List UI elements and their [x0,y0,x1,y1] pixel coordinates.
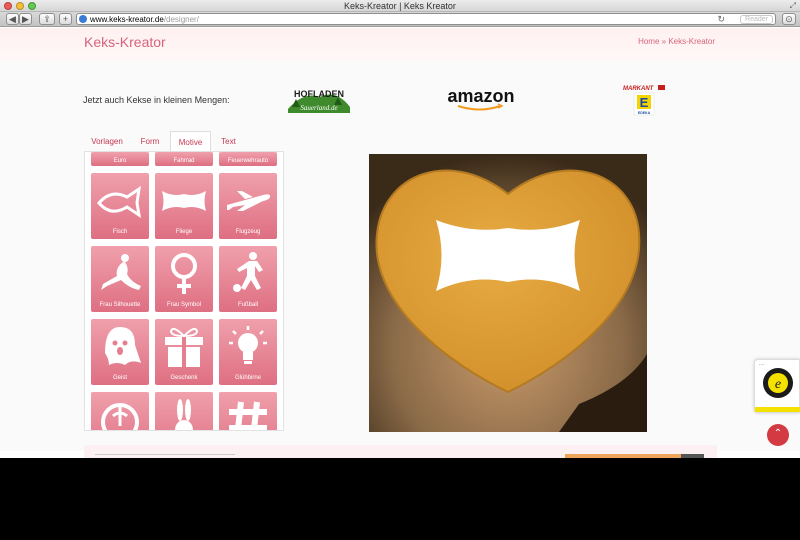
share-button[interactable]: ⇪ [39,13,55,25]
reload-icon[interactable]: ↻ [717,14,725,25]
markant-text: MARKANT [623,86,655,92]
rabbit-icon [175,399,193,430]
edeka-text: EDEKA [638,111,651,115]
secondary-button[interactable] [681,454,704,458]
trusted-shops-badge[interactable]: .... e [754,359,800,413]
url-path: /designer/ [163,15,199,24]
reader-button[interactable]: Reader [740,15,773,24]
edeka-e-text: E [640,95,649,110]
ghost-icon [105,327,141,365]
web-page: Keks-Kreator Home » Keks-Kreator Jetzt a… [0,28,800,458]
hashtag-icon [229,401,267,430]
motif-tile-rabbit[interactable] [155,392,213,430]
amazon-logo[interactable]: amazon [444,86,518,112]
address-bar[interactable]: www.keks-kreator.de/designer/ ↻ Reader [76,13,776,25]
cookie-preview[interactable] [369,154,647,432]
motif-label: Geschenk [170,375,198,381]
motif-label: Fahrrad [173,158,195,164]
gift-icon [165,327,203,367]
forward-button[interactable]: ▶ [19,13,32,25]
tab-text[interactable]: Text [211,131,246,152]
motif-label: Glühbirne [234,375,261,381]
motif-tile-frau-symbol[interactable]: Frau Symbol [155,246,213,312]
motif-tile-gluehbirne[interactable]: Glühbirne [219,319,277,385]
site-header: Keks-Kreator Home » Keks-Kreator [0,28,800,61]
motif-label: Flugzeug [235,229,261,235]
bowtie-icon [162,191,206,211]
female-symbol-icon [171,253,197,294]
motif-tile-geschenk[interactable]: Geschenk [155,319,213,385]
url-host: www.keks-kreator.de [90,15,164,24]
motif-tile-frau-silhouette[interactable]: Frau Silhouette [91,246,149,312]
trusted-shops-seal-icon: e [763,368,793,398]
motif-tile-fussball[interactable]: Fußball [219,246,277,312]
hofladen-logo[interactable]: HOFLADEN Sauerland.de [284,83,354,115]
breadcrumb[interactable]: Home » Keks-Kreator [638,37,715,46]
motif-tile-fisch[interactable]: Fisch [91,173,149,239]
soccer-player-icon [233,252,263,292]
amazon-text: amazon [447,86,514,106]
motif-tile-fliege[interactable]: Fliege [155,173,213,239]
hofladen-text: HOFLADEN [294,89,344,99]
motif-tile-fahrrad[interactable]: Fahrrad [155,152,213,166]
wreath-icon [101,403,139,430]
browser-toolbar: ◀ ▶ ⇪ + www.keks-kreator.de/designer/ ↻ … [0,12,800,27]
motif-tile-wreath[interactable] [91,392,149,430]
scroll-to-top-button[interactable]: ⌃ [767,424,789,446]
window-title: Keks-Kreator | Keks Kreator [344,1,456,11]
tab-vorlagen[interactable]: Vorlagen [84,131,130,152]
motif-label: Fisch [112,229,128,235]
tab-motive[interactable]: Motive [170,131,211,152]
site-brand[interactable]: Keks-Kreator [84,34,166,50]
motif-tile-euro[interactable]: Euro [91,152,149,166]
downloads-button[interactable]: ⊙ [782,13,796,25]
sauerland-text: Sauerland.de [300,104,337,112]
tab-form[interactable]: Form [130,131,170,152]
title-bar: Keks-Kreator | Keks Kreator ⤢ [0,0,800,12]
bowtie-motif [436,220,580,291]
motif-label: Feuerwehrauto [227,158,269,164]
airplane-icon [227,191,271,211]
motif-label: Euro [113,158,127,164]
motif-label: Frau Symbol [166,302,201,308]
motif-tile-flugzeug[interactable]: Flugzeug [219,173,277,239]
footer-input[interactable] [95,454,235,458]
fish-icon [97,185,142,219]
cookie-preview-image [369,154,647,432]
woman-silhouette-icon [101,254,141,290]
promo-tagline: Jetzt auch Kekse in kleinen Mengen: [83,95,230,105]
motif-label: Fliege [175,229,193,235]
motif-tile-hashtag[interactable] [219,392,277,430]
motif-tile-geist[interactable]: Geist [91,319,149,385]
motif-label: Geist [112,375,127,381]
markant-edeka-logo[interactable]: MARKANT E EDEKA [621,84,667,118]
globe-icon [79,15,87,23]
motif-panel[interactable]: Euro Fahrrad Feuerwehrauto Fisch Fliege … [84,151,284,431]
motif-label: Fußball [237,302,258,308]
motif-tile-feuerwehrauto[interactable]: Feuerwehrauto [219,152,277,166]
order-button[interactable] [565,454,681,458]
new-tab-button[interactable]: + [59,13,72,25]
svg-text:e: e [775,377,781,392]
motif-label: Frau Silhouette [99,302,141,308]
light-bulb-icon [229,326,267,364]
fullscreen-icon[interactable]: ⤢ [790,1,796,11]
browser-window: Keks-Kreator | Keks Kreator ⤢ ◀ ▶ ⇪ + ww… [0,0,800,458]
back-button[interactable]: ◀ [6,13,19,25]
badge-footer [755,407,800,412]
